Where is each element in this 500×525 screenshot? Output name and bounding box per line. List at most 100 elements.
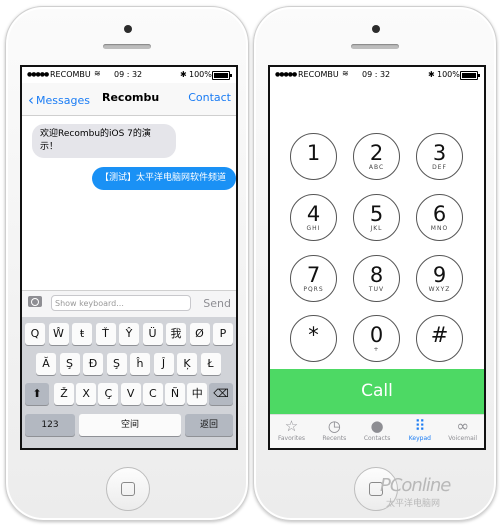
dial-key-digit: 0 [369,323,384,347]
space-key[interactable]: 空间 [79,414,181,436]
star-icon: ☆ [284,417,299,435]
keyboard-key[interactable]: Ş [106,353,127,375]
back-button[interactable]: ‹ Messages [28,90,90,109]
dial-key-letters: WXYZ [428,286,451,293]
keyboard-key[interactable]: 中 [187,383,208,405]
tab-favorites[interactable]: ☆ Favorites [270,417,313,443]
dial-key-letters: PQRS [303,286,324,293]
dial-key-letters: TUV [368,286,385,293]
battery-percent: 100% [189,70,212,79]
dial-key-letters: MNO [430,225,449,232]
dial-key[interactable]: 5 JKL [353,194,400,241]
dialer-tab-bar: ☆ Favorites ◷ Recents ● Contacts ⠿ Keypad ∞ Voice… [270,414,484,448]
person-icon: ● [370,417,384,435]
dial-key-digit: 8 [369,263,384,287]
keyboard-row-2: ĂŞĐŞĥĴĶŁ [22,353,236,377]
send-button[interactable]: Send [203,297,231,310]
battery-percent: 100% [437,70,460,79]
message-input[interactable]: Show keyboard... [51,295,191,311]
return-key[interactable]: 返回 [185,414,233,436]
tab-keypad[interactable]: ⠿ Keypad [398,418,441,443]
keyboard-key[interactable]: Ŵ [48,323,69,345]
messages-screen: ●●●●● RECOMBU ≋ 09 : 32 ✱ 100% ‹ Messages… [20,65,238,450]
keyboard-key[interactable]: 我 [166,323,186,345]
watermark: PConline 太平洋电脑网 [380,475,451,509]
outgoing-message-bubble: 【测试】太平洋电脑网软件频道 [92,167,236,190]
signal-icon: ●●●●● [27,71,49,78]
incoming-message-bubble: 欢迎Recombu的iOS 7的演示！ [32,124,176,158]
bluetooth-icon: ✱ [180,70,187,79]
home-button[interactable] [106,467,150,511]
tab-label: Voicemail [448,435,478,442]
keyboard-key[interactable]: X [76,383,97,405]
dial-key-digit: 2 [369,141,384,165]
keyboard-key[interactable]: Ł [200,353,221,375]
dial-key-digit: 5 [369,202,384,226]
keyboard-key[interactable]: P [213,323,233,345]
camera-icon[interactable] [28,296,42,307]
dial-key[interactable]: 8 TUV [353,255,400,302]
tab-contacts[interactable]: ● Contacts [356,417,399,443]
dial-key[interactable]: 7 PQRS [290,255,337,302]
dial-key-digit: 6 [432,202,447,226]
dial-key[interactable]: 9 WXYZ [416,255,463,302]
keyboard-key[interactable]: Ş [59,353,80,375]
bluetooth-icon: ✱ [428,70,435,79]
back-label: Messages [36,94,90,107]
battery-icon [460,71,480,80]
keyboard-key[interactable]: Ĵ [153,353,174,375]
keyboard-key[interactable]: Ø [189,323,210,345]
keyboard-key[interactable]: ĥ [130,353,150,375]
keyboard-key[interactable]: Ž [54,383,74,405]
dial-key-letters: ABC [368,164,385,171]
dial-key[interactable]: 6 MNO [416,194,463,241]
earpiece-speaker [351,44,399,49]
status-time: 09 : 32 [362,70,391,79]
keyboard-key[interactable]: Ç [98,383,119,405]
watermark-brand: PConline [380,475,451,496]
dialer-screen: ●●●●● RECOMBU ≋ 09 : 32 ✱ 100% 1 2 ABC 3 DEF… [268,65,486,450]
contact-button[interactable]: Contact [188,91,231,104]
keyboard-key[interactable]: Ⅽ [142,383,163,405]
numbers-key[interactable]: 123 [25,414,75,436]
messages-navbar: ‹ Messages Recombu Contact [22,83,236,116]
call-button[interactable]: Call [270,369,484,414]
dial-key-digit: 4 [306,202,321,226]
keyboard-key[interactable]: Ñ [165,383,185,405]
dial-key[interactable]: 1 [290,133,337,180]
tab-label: Favorites [277,435,306,442]
keyboard-key[interactable]: Ü [142,323,163,345]
keyboard-key[interactable]: Ă [36,353,56,375]
dial-key-letters: JKL [370,225,383,232]
carrier-label: RECOMBU [50,70,91,79]
dial-key[interactable]: 4 GHI [290,194,337,241]
dial-key[interactable]: 0 + [353,315,400,362]
dial-key[interactable]: * [290,315,337,362]
keyboard-key[interactable]: Ķ [177,353,197,375]
tab-voicemail[interactable]: ∞ Voicemail [441,418,484,443]
dial-key-digit: # [430,323,449,347]
conversation-title: Recombu [102,91,160,104]
keyboard-row-3: ⬆ ⌫ ŽXÇVⅭÑ中 [22,383,236,407]
shift-key[interactable]: ⬆ [25,383,49,405]
keyboard-key[interactable]: Đ [83,353,103,375]
keyboard-key[interactable]: Ŷ [119,323,139,345]
tab-label: Recents [322,435,347,442]
dial-key[interactable]: 3 DEF [416,133,463,180]
carrier-label: RECOMBU [298,70,339,79]
clock-icon: ◷ [327,417,341,435]
keyboard-key[interactable]: Q [25,323,45,345]
dial-key-letters: DEF [432,164,447,171]
earpiece-speaker [103,44,151,49]
dial-key[interactable]: 2 ABC [353,133,400,180]
tab-recents[interactable]: ◷ Recents [313,417,356,443]
dial-key-digit: 9 [432,263,447,287]
keyboard-key[interactable]: ŧ [72,323,92,345]
delete-key[interactable]: ⌫ [209,383,233,405]
keyboard-key[interactable]: Ť [95,323,116,345]
keyboard-key[interactable]: V [120,383,141,405]
wifi-icon: ≋ [342,69,349,78]
dial-key-digit: 3 [432,141,447,165]
keyboard-row-1: QŴŧŤŶÜ我ØP [22,323,236,347]
dial-key[interactable]: # [416,315,463,362]
